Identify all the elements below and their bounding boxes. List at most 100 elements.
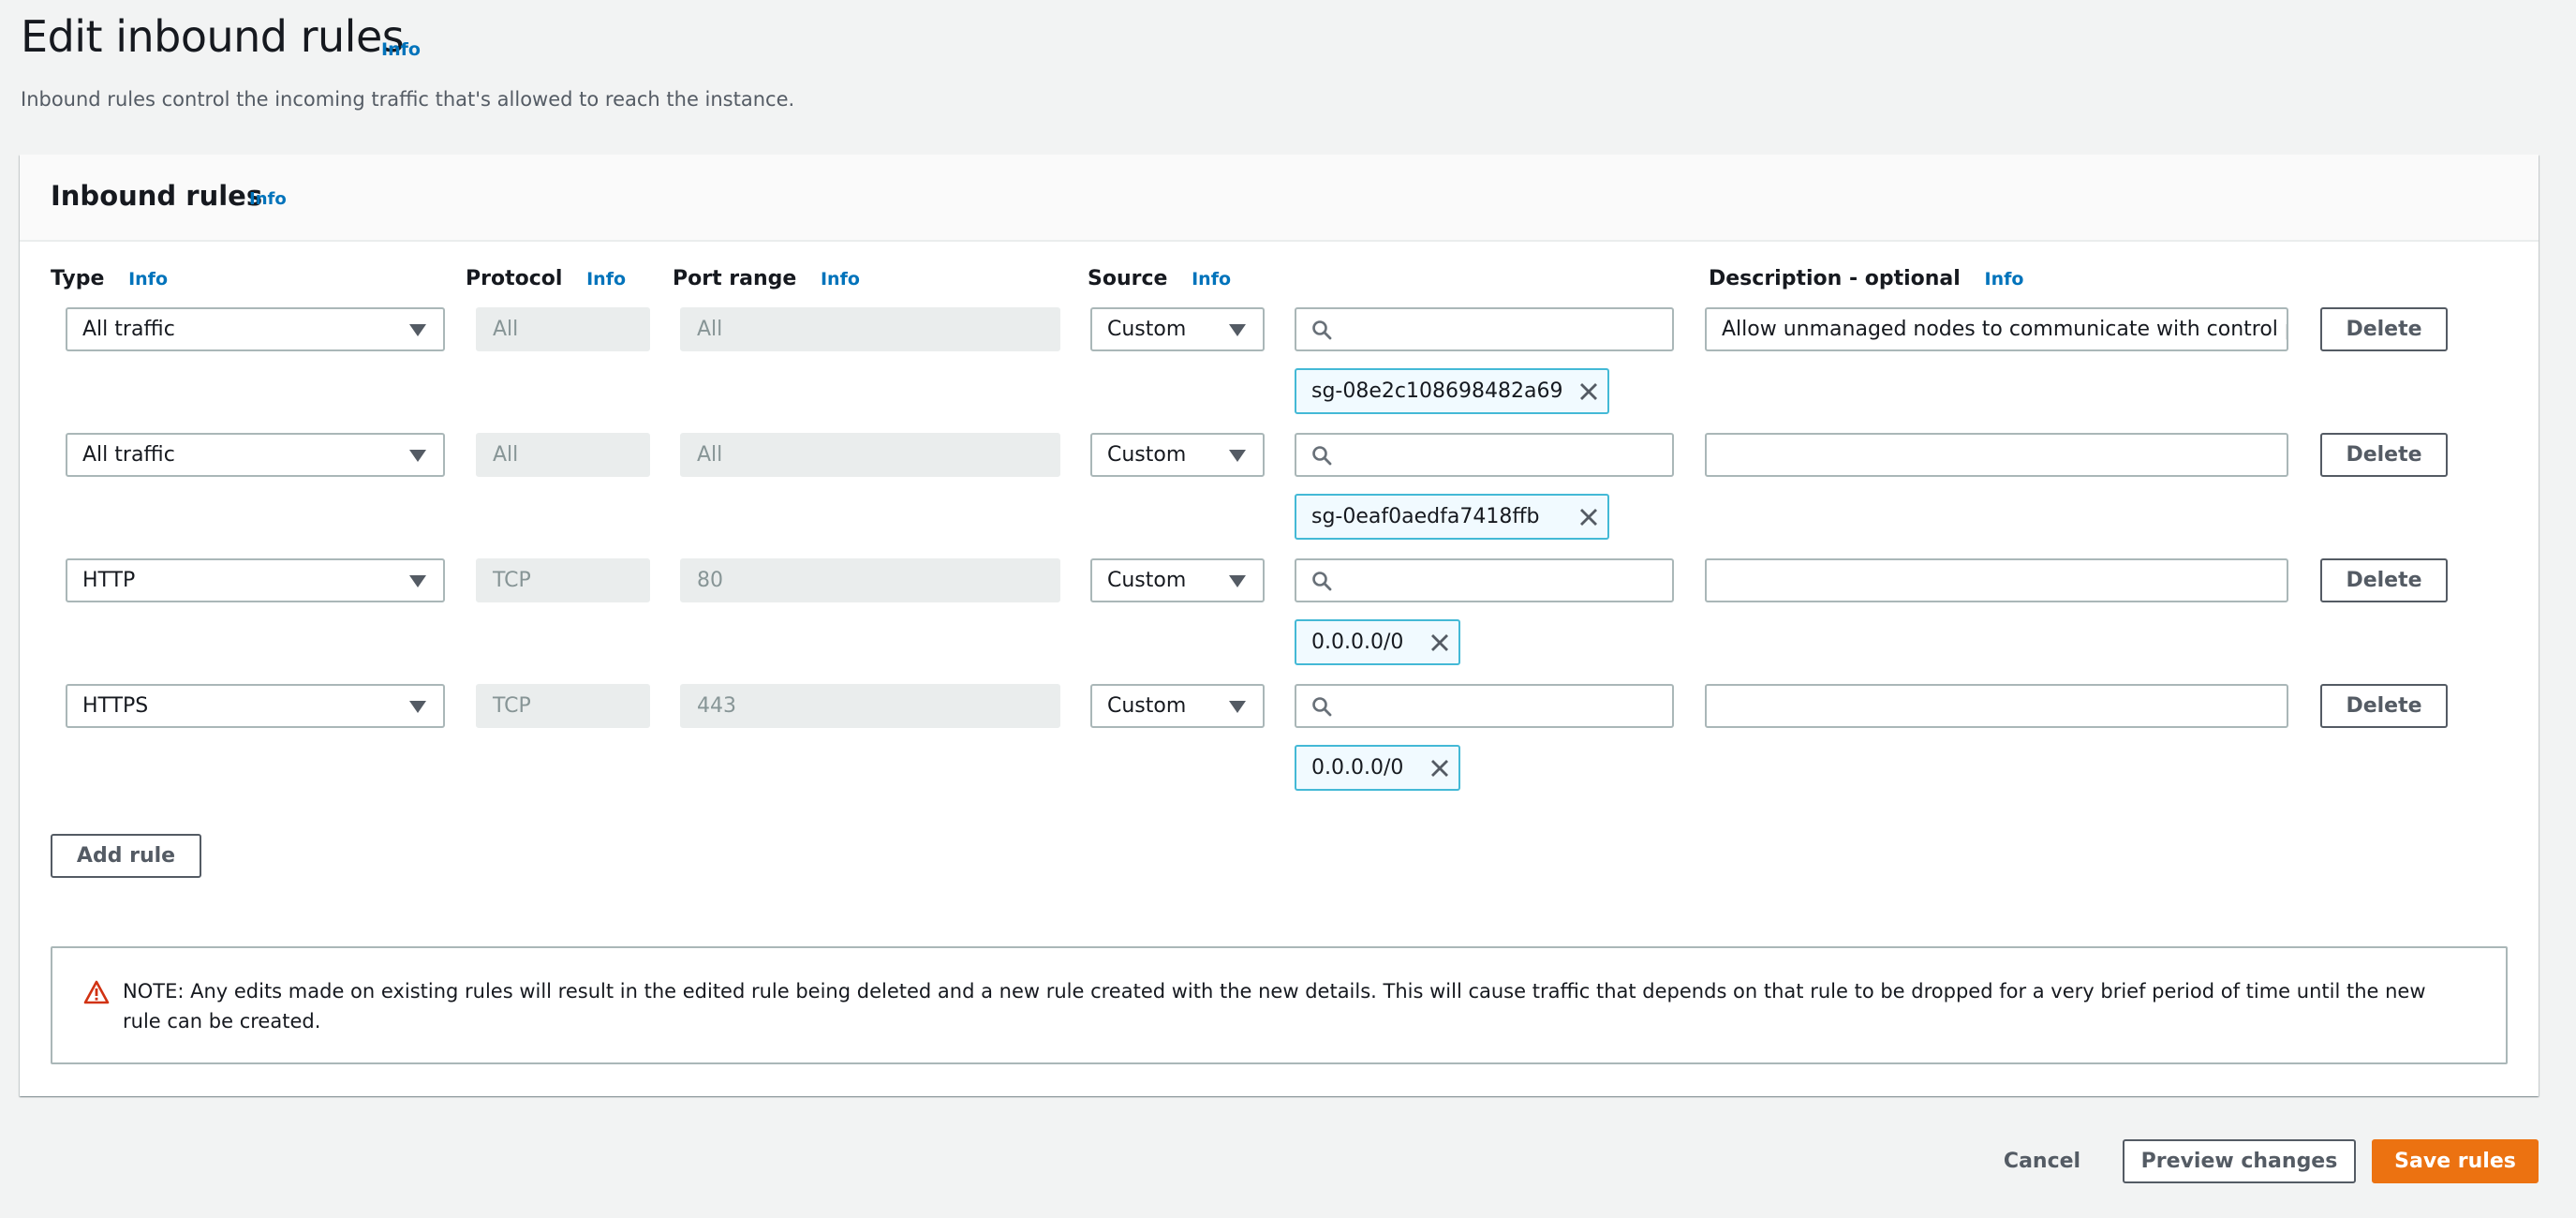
- search-icon: [1312, 445, 1332, 465]
- search-icon: [1312, 696, 1332, 716]
- source-search-input[interactable]: [1295, 433, 1674, 477]
- protocol-value: TCP: [493, 569, 531, 592]
- source-token: 0.0.0.0/0: [1295, 745, 1460, 791]
- column-header-protocol: Protocol Info: [466, 267, 626, 290]
- port-range-value: 443: [697, 694, 736, 718]
- protocol-field: TCP: [476, 684, 650, 728]
- type-info-link[interactable]: Info: [128, 269, 168, 290]
- chevron-down-icon: [1229, 449, 1246, 462]
- protocol-field: All: [476, 307, 650, 351]
- source-token: sg-08e2c108698482a69: [1295, 368, 1609, 414]
- preview-changes-button[interactable]: Preview changes: [2123, 1139, 2356, 1183]
- delete-rule-button[interactable]: Delete: [2320, 307, 2448, 351]
- source-token: 0.0.0.0/0: [1295, 619, 1460, 665]
- page-description: Inbound rules control the incoming traff…: [21, 88, 795, 111]
- chevron-down-icon: [1229, 574, 1246, 587]
- save-rules-button[interactable]: Save rules: [2372, 1139, 2539, 1183]
- source-type-select[interactable]: Custom: [1090, 558, 1265, 602]
- type-select-value: All traffic: [82, 443, 175, 467]
- column-header-source: Source Info: [1088, 267, 1231, 290]
- description-value: Allow unmanaged nodes to communicate wit…: [1722, 318, 2288, 341]
- source-token-value: 0.0.0.0/0: [1311, 756, 1404, 780]
- protocol-value: All: [493, 443, 519, 467]
- page-title: Edit inbound rules: [21, 11, 405, 62]
- delete-label: Delete: [2346, 443, 2422, 467]
- protocol-field: TCP: [476, 558, 650, 602]
- port-range-field: 443: [680, 684, 1060, 728]
- chevron-down-icon: [409, 700, 426, 713]
- delete-rule-button[interactable]: Delete: [2320, 684, 2448, 728]
- source-type-value: Custom: [1107, 318, 1187, 341]
- source-token-value: sg-08e2c108698482a69: [1311, 379, 1563, 403]
- source-search-input[interactable]: [1295, 558, 1674, 602]
- close-icon[interactable]: [1429, 757, 1451, 780]
- chevron-down-icon: [1229, 700, 1246, 713]
- chevron-down-icon: [409, 574, 426, 587]
- column-port-range-label: Port range: [673, 267, 797, 290]
- port-range-field: 80: [680, 558, 1060, 602]
- chevron-down-icon: [409, 323, 426, 336]
- port-range-field: All: [680, 433, 1060, 477]
- port-range-value: All: [697, 318, 723, 341]
- source-type-select[interactable]: Custom: [1090, 307, 1265, 351]
- source-type-select[interactable]: Custom: [1090, 433, 1265, 477]
- port-range-info-link[interactable]: Info: [821, 269, 860, 290]
- description-input[interactable]: [1705, 433, 2288, 477]
- description-info-link[interactable]: Info: [1985, 269, 2024, 290]
- panel-title: Inbound rules: [51, 180, 263, 212]
- type-select[interactable]: All traffic: [66, 307, 445, 351]
- warning-note: NOTE: Any edits made on existing rules w…: [51, 946, 2508, 1064]
- column-header-type: Type Info: [51, 267, 168, 290]
- column-header-port-range: Port range Info: [673, 267, 860, 290]
- inbound-rules-panel: Inbound rules Info Type Info Protocol In…: [20, 155, 2539, 1096]
- add-rule-button[interactable]: Add rule: [51, 834, 201, 878]
- protocol-value: TCP: [493, 694, 531, 718]
- type-select-value: HTTP: [82, 569, 136, 592]
- type-select-value: All traffic: [82, 318, 175, 341]
- page-info-link[interactable]: Info: [381, 39, 421, 60]
- delete-label: Delete: [2346, 569, 2422, 592]
- source-type-select[interactable]: Custom: [1090, 684, 1265, 728]
- source-search-input[interactable]: [1295, 684, 1674, 728]
- column-protocol-label: Protocol: [466, 267, 563, 290]
- source-search-input[interactable]: [1295, 307, 1674, 351]
- source-token: sg-0eaf0aedfa7418ffb: [1295, 494, 1609, 540]
- note-text: NOTE: Any edits made on existing rules w…: [123, 980, 2426, 1032]
- column-type-label: Type: [51, 267, 105, 290]
- port-range-value: 80: [697, 569, 723, 592]
- source-token-value: 0.0.0.0/0: [1311, 631, 1404, 654]
- search-icon: [1312, 319, 1332, 339]
- protocol-field: All: [476, 433, 650, 477]
- source-type-value: Custom: [1107, 443, 1187, 467]
- warning-icon: [83, 980, 110, 1004]
- source-info-link[interactable]: Info: [1192, 269, 1231, 290]
- column-description-label: Description - optional: [1709, 267, 1961, 290]
- type-select-value: HTTPS: [82, 694, 149, 718]
- cancel-button[interactable]: Cancel: [1995, 1139, 2089, 1183]
- source-token-value: sg-0eaf0aedfa7418ffb: [1311, 505, 1540, 528]
- delete-label: Delete: [2346, 318, 2422, 341]
- panel-info-link[interactable]: Info: [249, 189, 287, 209]
- column-header-description: Description - optional Info: [1709, 267, 2023, 290]
- close-icon[interactable]: [1577, 506, 1600, 528]
- type-select[interactable]: HTTPS: [66, 684, 445, 728]
- delete-rule-button[interactable]: Delete: [2320, 558, 2448, 602]
- search-icon: [1312, 571, 1332, 590]
- type-select[interactable]: HTTP: [66, 558, 445, 602]
- protocol-info-link[interactable]: Info: [586, 269, 626, 290]
- protocol-value: All: [493, 318, 519, 341]
- description-input[interactable]: [1705, 558, 2288, 602]
- column-source-label: Source: [1088, 267, 1168, 290]
- description-input[interactable]: Allow unmanaged nodes to communicate wit…: [1705, 307, 2288, 351]
- source-type-value: Custom: [1107, 569, 1187, 592]
- chevron-down-icon: [1229, 323, 1246, 336]
- chevron-down-icon: [409, 449, 426, 462]
- delete-label: Delete: [2346, 694, 2422, 718]
- close-icon[interactable]: [1429, 631, 1451, 654]
- panel-header: Inbound rules Info: [20, 155, 2539, 242]
- port-range-field: All: [680, 307, 1060, 351]
- description-input[interactable]: [1705, 684, 2288, 728]
- type-select[interactable]: All traffic: [66, 433, 445, 477]
- delete-rule-button[interactable]: Delete: [2320, 433, 2448, 477]
- close-icon[interactable]: [1577, 380, 1600, 403]
